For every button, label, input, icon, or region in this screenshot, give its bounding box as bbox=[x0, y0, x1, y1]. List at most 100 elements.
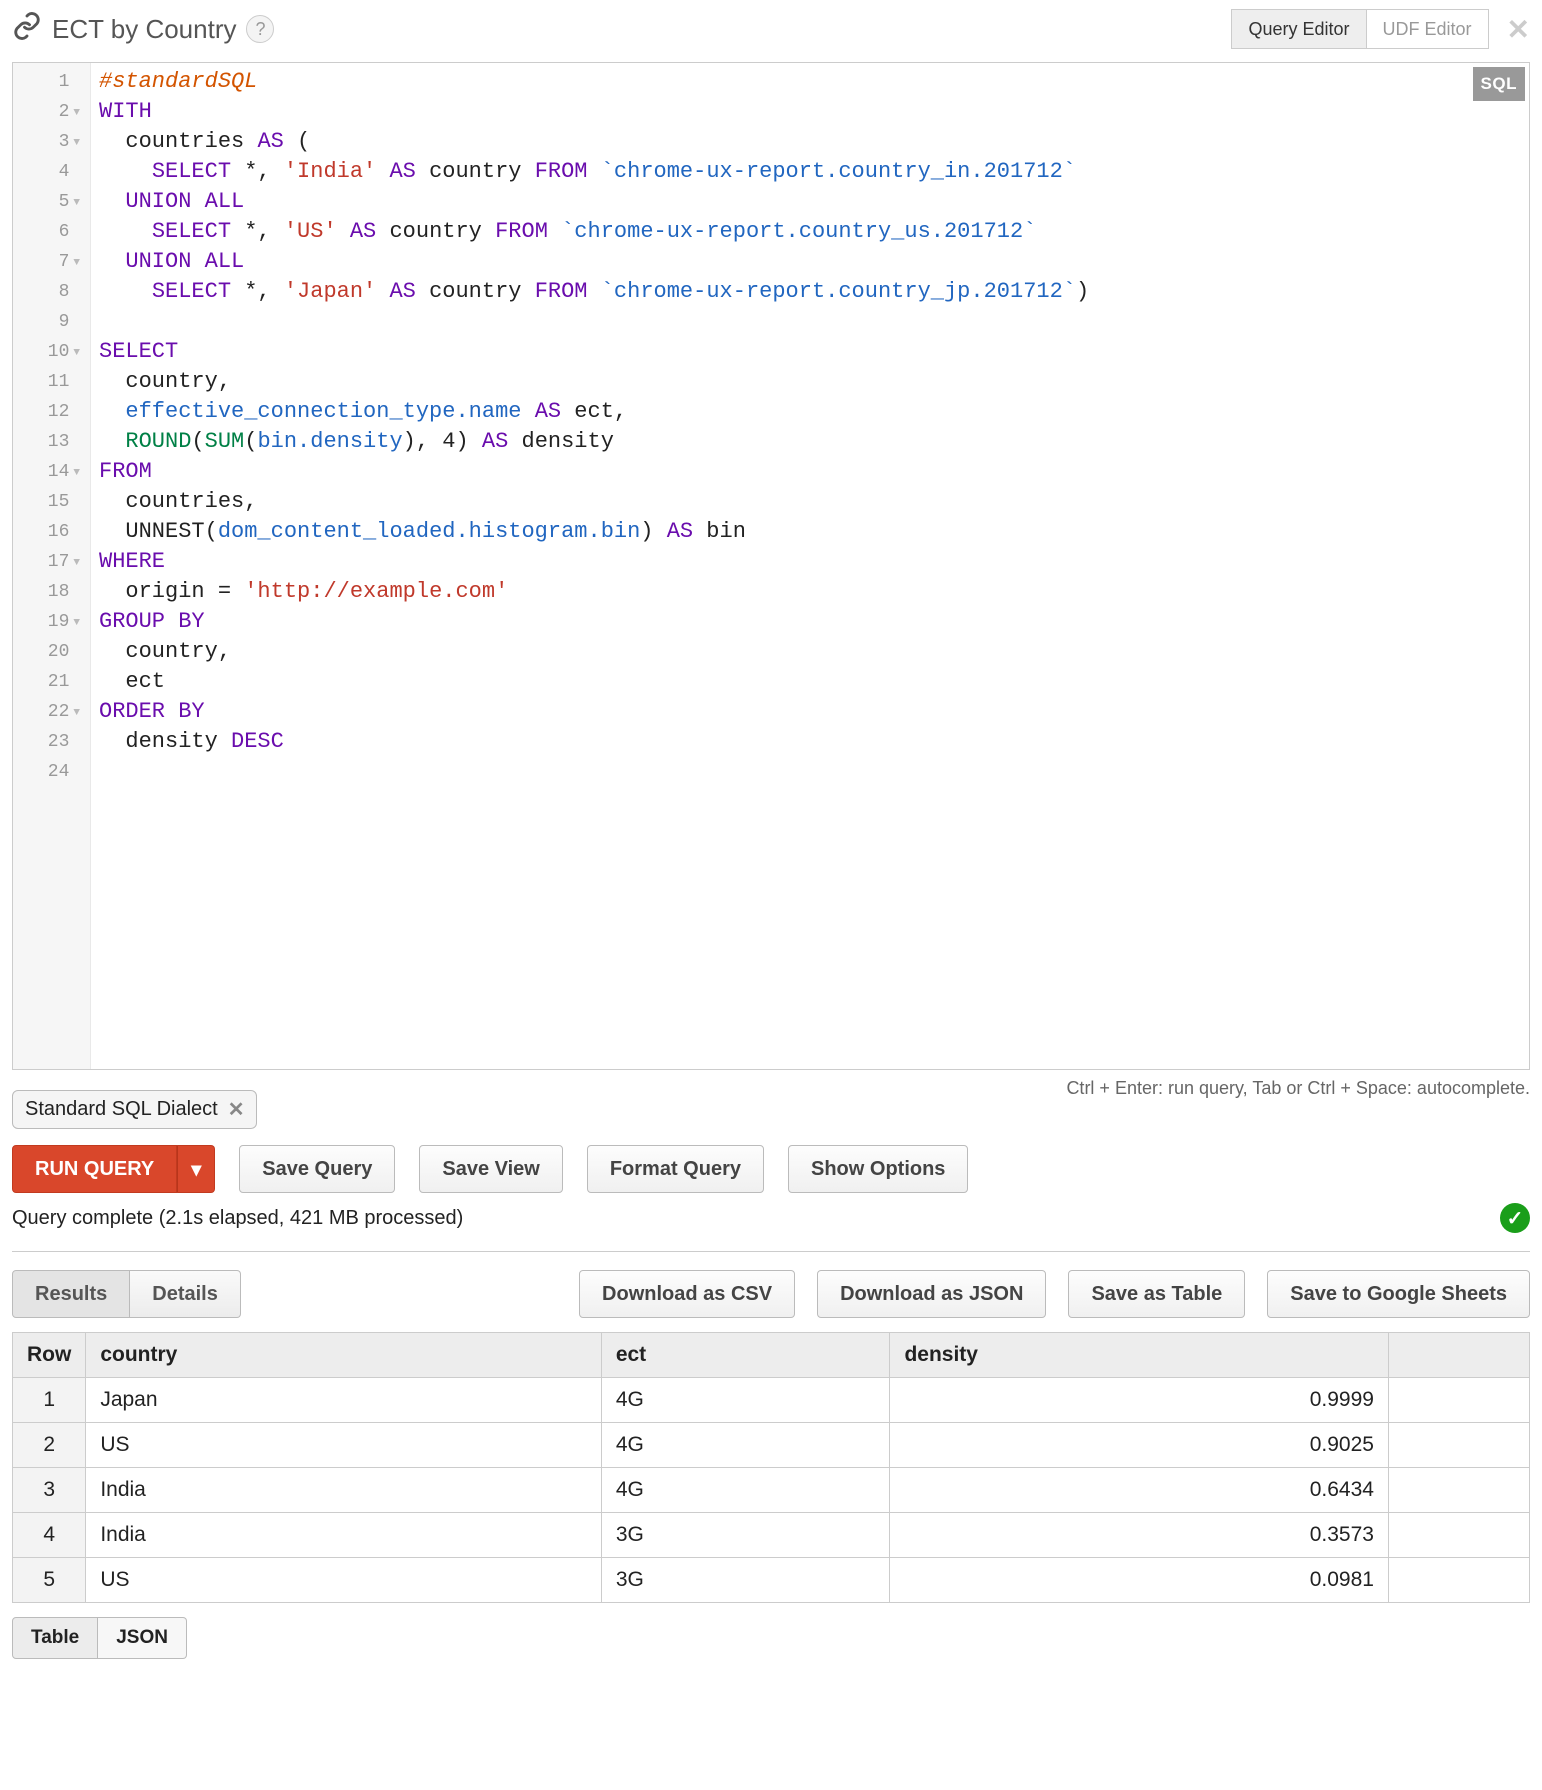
code-line[interactable]: WHERE bbox=[99, 547, 1523, 577]
pane-splitter[interactable] bbox=[12, 1251, 1530, 1252]
save-view-button[interactable]: Save View bbox=[419, 1145, 562, 1193]
code-line[interactable]: country, bbox=[99, 367, 1523, 397]
cell-country: US bbox=[86, 1423, 601, 1468]
cell-spacer bbox=[1388, 1468, 1529, 1513]
tab-query-editor[interactable]: Query Editor bbox=[1232, 10, 1365, 48]
dialect-chip[interactable]: Standard SQL Dialect ✕ bbox=[12, 1090, 257, 1129]
sql-badge: SQL bbox=[1473, 67, 1525, 101]
success-icon: ✓ bbox=[1500, 1203, 1530, 1233]
gutter-line: 18 bbox=[13, 577, 86, 607]
gutter-line: 23 bbox=[13, 727, 86, 757]
cell-density: 0.9999 bbox=[890, 1378, 1389, 1423]
column-header[interactable]: ect bbox=[601, 1333, 890, 1378]
cell-ect: 4G bbox=[601, 1378, 890, 1423]
code-line[interactable] bbox=[99, 757, 1523, 787]
fold-icon[interactable]: ▼ bbox=[73, 338, 80, 368]
results-tabs: Results Details bbox=[12, 1270, 241, 1318]
save-as-table-button[interactable]: Save as Table bbox=[1068, 1270, 1245, 1318]
gutter-line: 5▼ bbox=[13, 187, 86, 217]
fold-icon[interactable]: ▼ bbox=[73, 188, 80, 218]
fold-icon[interactable]: ▼ bbox=[73, 698, 80, 728]
gutter-line: 14▼ bbox=[13, 457, 86, 487]
code-line[interactable] bbox=[99, 307, 1523, 337]
fold-icon[interactable]: ▼ bbox=[73, 98, 80, 128]
close-icon[interactable]: ✕ bbox=[1507, 13, 1530, 46]
code-line[interactable]: countries, bbox=[99, 487, 1523, 517]
cell-row: 2 bbox=[13, 1423, 86, 1468]
fold-icon[interactable]: ▼ bbox=[73, 458, 80, 488]
fold-icon[interactable]: ▼ bbox=[73, 548, 80, 578]
gutter-line: 19▼ bbox=[13, 607, 86, 637]
code-line[interactable]: origin = 'http://example.com' bbox=[99, 577, 1523, 607]
tab-details[interactable]: Details bbox=[130, 1270, 241, 1318]
show-options-button[interactable]: Show Options bbox=[788, 1145, 968, 1193]
cell-row: 3 bbox=[13, 1468, 86, 1513]
column-header[interactable]: Row bbox=[13, 1333, 86, 1378]
cell-density: 0.6434 bbox=[890, 1468, 1389, 1513]
code-line[interactable]: GROUP BY bbox=[99, 607, 1523, 637]
column-header[interactable]: country bbox=[86, 1333, 601, 1378]
cell-country: India bbox=[86, 1468, 601, 1513]
fold-icon[interactable]: ▼ bbox=[73, 608, 80, 638]
cell-ect: 3G bbox=[601, 1558, 890, 1603]
gutter-line: 24 bbox=[13, 757, 86, 787]
close-icon[interactable]: ✕ bbox=[228, 1097, 245, 1122]
editor-code[interactable]: #standardSQLWITH countries AS ( SELECT *… bbox=[91, 63, 1529, 1069]
code-line[interactable]: ROUND(SUM(bin.density), 4) AS density bbox=[99, 427, 1523, 457]
code-line[interactable]: ORDER BY bbox=[99, 697, 1523, 727]
download-json-button[interactable]: Download as JSON bbox=[817, 1270, 1046, 1318]
cell-spacer bbox=[1388, 1423, 1529, 1468]
view-tab-json[interactable]: JSON bbox=[98, 1617, 187, 1659]
table-row[interactable]: 3India4G0.6434 bbox=[13, 1468, 1530, 1513]
code-line[interactable]: SELECT *, 'Japan' AS country FROM `chrom… bbox=[99, 277, 1523, 307]
code-line[interactable]: SELECT *, 'US' AS country FROM `chrome-u… bbox=[99, 217, 1523, 247]
results-view-tabs: Table JSON bbox=[12, 1617, 1530, 1659]
code-line[interactable]: UNION ALL bbox=[99, 187, 1523, 217]
table-row[interactable]: 5US3G0.0981 bbox=[13, 1558, 1530, 1603]
download-csv-button[interactable]: Download as CSV bbox=[579, 1270, 795, 1318]
editor-gutter: 1 2▼3▼4 5▼6 7▼8 9 10▼11 12 13 14▼15 16 1… bbox=[13, 63, 91, 1069]
table-row[interactable]: 4India3G0.3573 bbox=[13, 1513, 1530, 1558]
gutter-line: 12 bbox=[13, 397, 86, 427]
cell-row: 1 bbox=[13, 1378, 86, 1423]
code-line[interactable]: countries AS ( bbox=[99, 127, 1523, 157]
code-line[interactable]: effective_connection_type.name AS ect, bbox=[99, 397, 1523, 427]
format-query-button[interactable]: Format Query bbox=[587, 1145, 764, 1193]
code-line[interactable]: WITH bbox=[99, 97, 1523, 127]
cell-row: 5 bbox=[13, 1558, 86, 1603]
table-row[interactable]: 2US4G0.9025 bbox=[13, 1423, 1530, 1468]
column-header[interactable]: density bbox=[890, 1333, 1389, 1378]
code-line[interactable]: ect bbox=[99, 667, 1523, 697]
link-icon[interactable] bbox=[12, 11, 42, 47]
gutter-line: 13 bbox=[13, 427, 86, 457]
code-line[interactable]: FROM bbox=[99, 457, 1523, 487]
gutter-line: 17▼ bbox=[13, 547, 86, 577]
save-to-sheets-button[interactable]: Save to Google Sheets bbox=[1267, 1270, 1530, 1318]
code-line[interactable]: density DESC bbox=[99, 727, 1523, 757]
code-editor[interactable]: 1 2▼3▼4 5▼6 7▼8 9 10▼11 12 13 14▼15 16 1… bbox=[12, 62, 1530, 1070]
page-title: ECT by Country bbox=[52, 14, 236, 45]
tab-udf-editor[interactable]: UDF Editor bbox=[1366, 10, 1488, 48]
code-line[interactable]: #standardSQL bbox=[99, 67, 1523, 97]
code-line[interactable]: country, bbox=[99, 637, 1523, 667]
help-icon[interactable]: ? bbox=[246, 15, 274, 43]
code-line[interactable]: UNION ALL bbox=[99, 247, 1523, 277]
gutter-line: 2▼ bbox=[13, 97, 86, 127]
view-tab-table[interactable]: Table bbox=[12, 1617, 98, 1659]
fold-icon[interactable]: ▼ bbox=[73, 248, 80, 278]
editor-tabs: Query Editor UDF Editor bbox=[1231, 9, 1488, 49]
fold-icon[interactable]: ▼ bbox=[73, 128, 80, 158]
cell-spacer bbox=[1388, 1513, 1529, 1558]
cell-country: Japan bbox=[86, 1378, 601, 1423]
tab-results[interactable]: Results bbox=[12, 1270, 130, 1318]
gutter-line: 20 bbox=[13, 637, 86, 667]
run-query-button[interactable]: RUN QUERY bbox=[12, 1145, 177, 1193]
gutter-line: 21 bbox=[13, 667, 86, 697]
code-line[interactable]: UNNEST(dom_content_loaded.histogram.bin)… bbox=[99, 517, 1523, 547]
table-row[interactable]: 1Japan4G0.9999 bbox=[13, 1378, 1530, 1423]
column-header-spacer bbox=[1388, 1333, 1529, 1378]
code-line[interactable]: SELECT *, 'India' AS country FROM `chrom… bbox=[99, 157, 1523, 187]
run-query-dropdown[interactable]: ▾ bbox=[177, 1145, 215, 1193]
save-query-button[interactable]: Save Query bbox=[239, 1145, 395, 1193]
code-line[interactable]: SELECT bbox=[99, 337, 1523, 367]
